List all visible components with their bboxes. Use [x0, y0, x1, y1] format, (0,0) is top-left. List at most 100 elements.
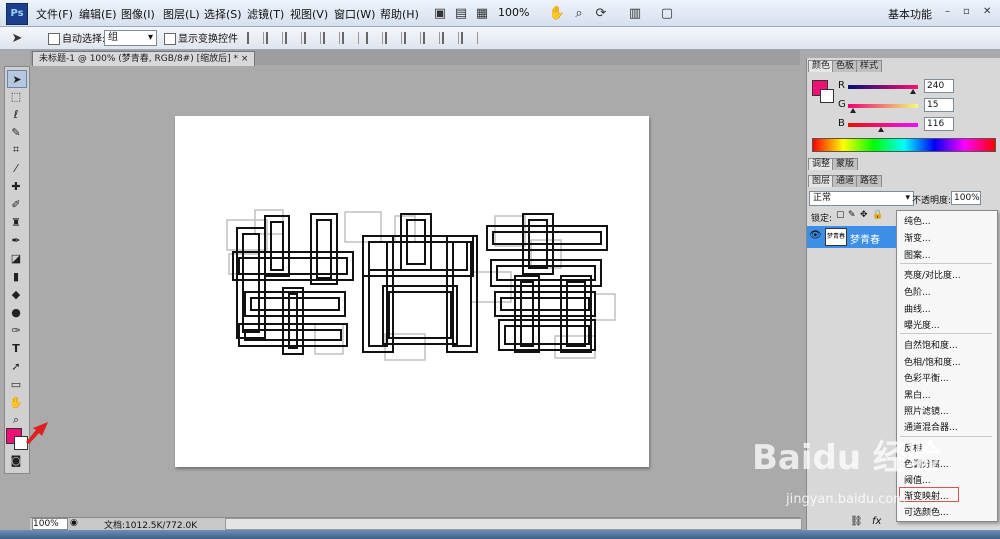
horizontal-scrollbar[interactable] — [225, 518, 802, 530]
menu-layer[interactable]: 图层(L) — [163, 6, 200, 22]
shape-tool-icon[interactable]: ▭ — [7, 376, 25, 392]
rotate-view-icon[interactable]: ⟳ — [592, 4, 610, 22]
hand-tool-icon[interactable]: ✋ — [548, 4, 566, 22]
distribute-right-icon[interactable] — [461, 32, 478, 44]
pen-tool-icon[interactable]: ✑ — [7, 322, 25, 338]
menu-item-levels[interactable]: 色阶... — [904, 285, 931, 298]
path-select-tool-icon[interactable]: ➚ — [7, 358, 25, 374]
distribute-top-icon[interactable] — [366, 32, 383, 44]
menu-item-pattern[interactable]: 图案... — [904, 248, 931, 261]
hand-tool-icon[interactable]: ✋ — [7, 394, 25, 410]
tab-adjustments[interactable]: 调整 — [808, 158, 835, 170]
screen-mode-icon[interactable]: ▢ — [658, 4, 676, 22]
menu-image[interactable]: 图像(I) — [121, 6, 155, 22]
align-hcenter-icon[interactable] — [323, 32, 340, 44]
brush-tool-icon[interactable]: ✐ — [7, 196, 25, 212]
lasso-tool-icon[interactable]: ℓ — [7, 106, 25, 122]
move-tool-preset-icon[interactable]: ➤ — [8, 29, 26, 47]
g-slider[interactable] — [848, 104, 918, 108]
arrange-documents-icon[interactable]: ▥ — [626, 4, 644, 22]
menu-item-gradient[interactable]: 渐变... — [904, 231, 931, 244]
align-bottom-icon[interactable] — [285, 32, 302, 44]
b-value-field[interactable]: 116 — [924, 117, 954, 131]
align-vcenter-icon[interactable] — [266, 32, 283, 44]
menu-item-color-balance[interactable]: 色彩平衡... — [904, 371, 949, 384]
menu-item-curves[interactable]: 曲线... — [904, 302, 931, 315]
document-tab[interactable]: 未标题-1 @ 100% (梦青春, RGB/8#) [缩放后] * × — [32, 51, 256, 66]
menu-item-exposure[interactable]: 曝光度... — [904, 318, 940, 331]
menu-item-black-white[interactable]: 黑白... — [904, 388, 931, 401]
show-transform-wrap[interactable]: 显示变换控件 — [164, 30, 238, 45]
align-right-icon[interactable] — [342, 32, 359, 44]
distribute-left-icon[interactable] — [423, 32, 440, 44]
menu-item-selective-color[interactable]: 可选颜色... — [904, 505, 949, 518]
distribute-bottom-icon[interactable] — [404, 32, 421, 44]
crop-tool-icon[interactable]: ⌗ — [7, 142, 25, 158]
opacity-field[interactable]: 100% — [951, 191, 981, 205]
quick-select-tool-icon[interactable]: ✎ — [7, 124, 25, 140]
menu-item-photo-filter[interactable]: 照片滤镜... — [904, 404, 949, 417]
workspace-switcher[interactable]: 基本功能 — [888, 6, 932, 22]
close-icon[interactable]: ✕ — [983, 6, 991, 17]
distribute-vcenter-icon[interactable] — [385, 32, 402, 44]
menu-edit[interactable]: 编辑(E) — [79, 6, 117, 22]
menu-item-solid-color[interactable]: 纯色... — [904, 214, 931, 227]
layer-style-icon[interactable]: fx — [872, 516, 881, 527]
menu-filter[interactable]: 滤镜(T) — [247, 6, 284, 22]
type-tool-icon[interactable]: T — [7, 340, 25, 356]
history-brush-tool-icon[interactable]: ✒ — [7, 232, 25, 248]
minimize-icon[interactable]: – — [945, 6, 950, 17]
auto-select-checkbox-wrap[interactable]: 自动选择: — [48, 30, 105, 45]
view-extras-icon[interactable]: ▦ — [473, 4, 491, 22]
clone-stamp-tool-icon[interactable]: ♜ — [7, 214, 25, 230]
blend-mode-dropdown[interactable]: 正常 ▾ — [809, 191, 914, 206]
r-value-field[interactable]: 240 — [924, 79, 954, 93]
move-tool-icon[interactable]: ➤ — [7, 70, 27, 88]
restore-icon[interactable]: ▫ — [963, 6, 970, 17]
zoom-level[interactable]: 100% — [498, 6, 529, 19]
tab-channels[interactable]: 通道 — [832, 175, 859, 187]
r-slider-thumb[interactable] — [910, 89, 916, 94]
menu-file[interactable]: 文件(F) — [36, 6, 73, 22]
document-canvas[interactable] — [175, 116, 649, 467]
menu-window[interactable]: 窗口(W) — [334, 6, 375, 22]
eyedropper-tool-icon[interactable]: ⁄ — [7, 160, 25, 176]
tab-paths[interactable]: 路径 — [856, 175, 883, 187]
menu-item-hue-saturation[interactable]: 色相/饱和度... — [904, 355, 961, 368]
mini-bridge-icon[interactable]: ▤ — [452, 4, 470, 22]
lock-transparency-icon[interactable]: ▢ — [836, 210, 845, 220]
tab-color[interactable]: 颜色 — [808, 60, 835, 72]
visibility-eye-icon[interactable]: 👁 — [809, 230, 822, 241]
healing-brush-tool-icon[interactable]: ✚ — [7, 178, 25, 194]
align-top-icon[interactable] — [247, 32, 264, 44]
lock-all-icon[interactable]: 🔒 — [872, 210, 883, 220]
status-zoom-field[interactable]: 100% — [32, 518, 68, 530]
link-layers-icon[interactable]: ⛓ — [850, 516, 863, 527]
b-slider-thumb[interactable] — [878, 127, 884, 132]
eraser-tool-icon[interactable]: ◪ — [7, 250, 25, 266]
tab-styles[interactable]: 样式 — [856, 60, 883, 72]
r-slider[interactable] — [848, 85, 918, 89]
tab-masks[interactable]: 蒙版 — [832, 158, 859, 170]
lock-image-icon[interactable]: ✎ — [848, 210, 856, 220]
color-spectrum-bar[interactable] — [812, 138, 996, 152]
layer-name[interactable]: 梦青春 — [850, 231, 880, 246]
status-info-icon[interactable]: ◉ — [70, 518, 80, 528]
menu-item-brightness-contrast[interactable]: 亮度/对比度... — [904, 268, 961, 281]
marquee-tool-icon[interactable]: ⬚ — [7, 88, 25, 104]
dodge-tool-icon[interactable]: ● — [7, 304, 25, 320]
menu-select[interactable]: 选择(S) — [204, 6, 242, 22]
zoom-tool-icon[interactable]: ⌕ — [7, 412, 25, 428]
tab-layers[interactable]: 图层 — [808, 175, 835, 187]
menu-view[interactable]: 视图(V) — [290, 6, 328, 22]
tab-swatches[interactable]: 色板 — [832, 60, 859, 72]
gradient-tool-icon[interactable]: ▮ — [7, 268, 25, 284]
lock-position-icon[interactable]: ✥ — [860, 210, 868, 220]
zoom-tool-icon[interactable]: ⌕ — [570, 4, 588, 22]
g-value-field[interactable]: 15 — [924, 98, 954, 112]
bridge-icon[interactable]: ▣ — [431, 4, 449, 22]
show-transform-checkbox[interactable] — [164, 33, 176, 45]
panel-background-swatch[interactable] — [820, 89, 834, 103]
quick-mask-icon[interactable]: ◙ — [7, 452, 25, 468]
align-left-icon[interactable] — [304, 32, 321, 44]
